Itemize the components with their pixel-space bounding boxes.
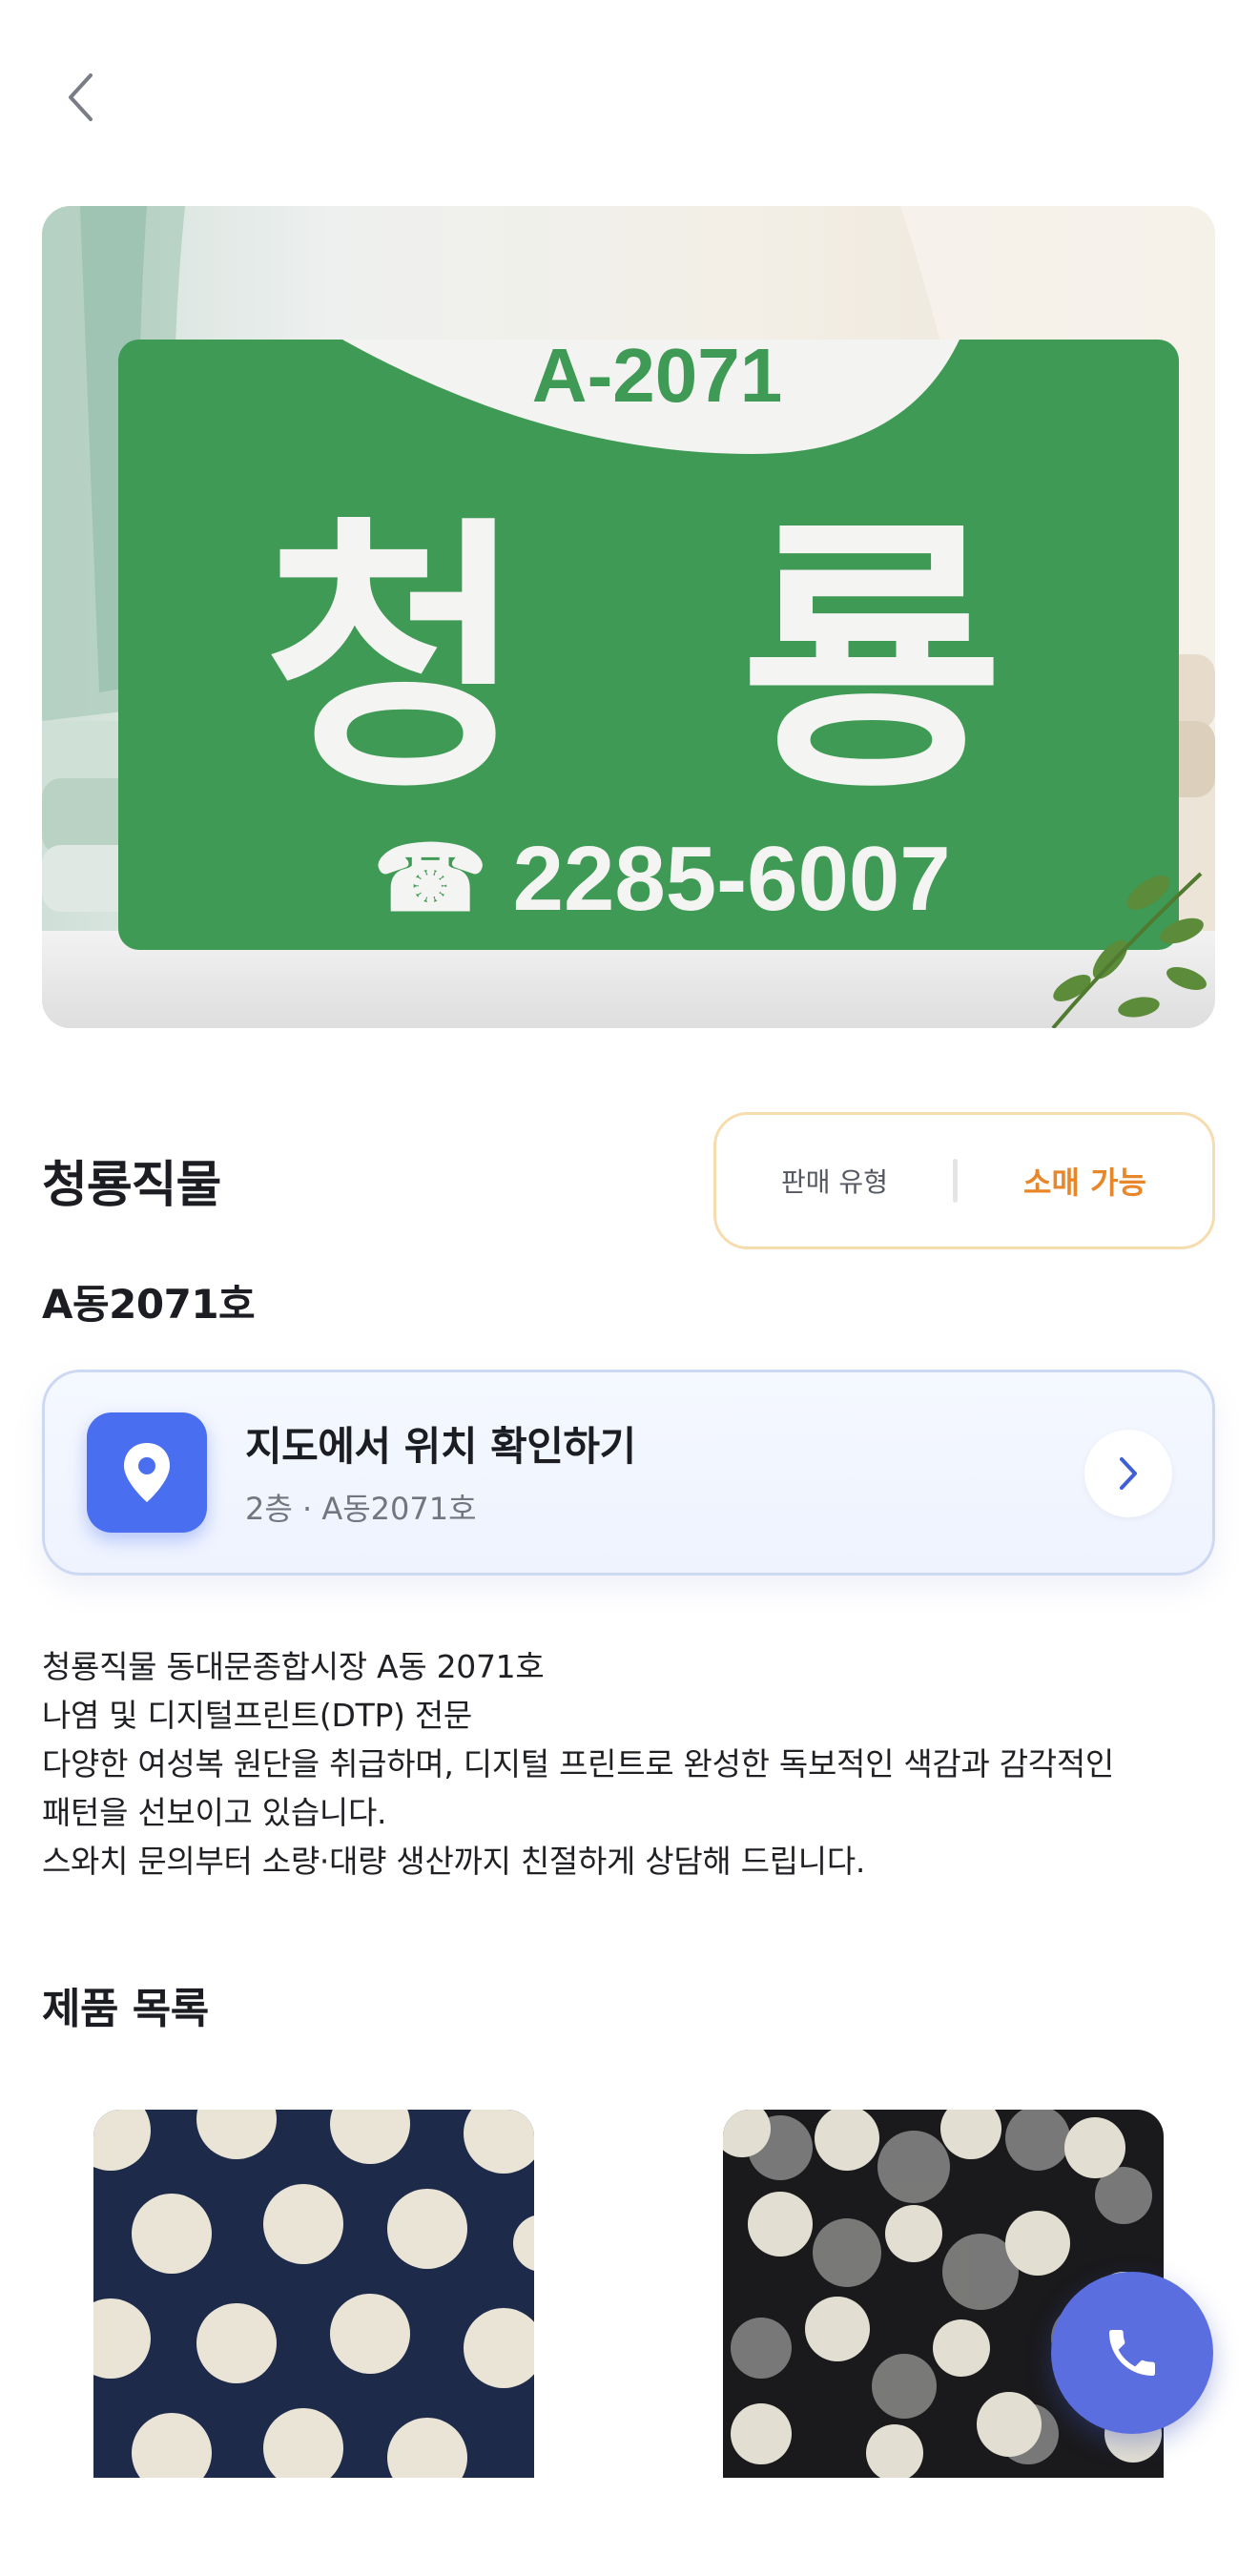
map-card-subtitle: 2층 · A동2071호	[245, 1491, 477, 1527]
map-pin-icon	[124, 1443, 170, 1502]
map-open-button[interactable]	[1084, 1430, 1172, 1517]
product-list-title: 제품 목록	[42, 1985, 209, 2033]
store-unit: A동2071호	[42, 1281, 256, 1328]
store-sign-image: A-2071 청 룡 ☎ 2285-6007	[42, 206, 1215, 1028]
sign-phone: ☎ 2285-6007	[373, 828, 950, 930]
map-pin-button	[87, 1412, 207, 1533]
store-name: 청룡직물	[42, 1157, 221, 1214]
call-button[interactable]	[1051, 2272, 1213, 2434]
store-description: 청룡직물 동대문종합시장 A동 2071호 나염 및 디지털프린트(DTP) 전…	[42, 1642, 1225, 1886]
sale-type-value: 소매 가능	[1023, 1164, 1146, 1201]
product-image-navy-polka-dot	[93, 2110, 534, 2478]
back-button[interactable]	[53, 67, 107, 128]
sign-name: 청 룡	[263, 494, 1061, 827]
chevron-left-icon	[69, 73, 93, 121]
sale-type-label: 판매 유형	[781, 1166, 888, 1198]
store-info-row: 청룡직물 판매 유형 소매 가능	[42, 1112, 1215, 1251]
phone-icon	[1109, 2330, 1155, 2376]
product-card[interactable]	[93, 2110, 534, 2478]
description-line: 청룡직물 동대문종합시장 A동 2071호	[42, 1648, 545, 1685]
sale-type-badge: 판매 유형 소매 가능	[713, 1112, 1215, 1249]
map-location-card[interactable]: 지도에서 위치 확인하기 2층 · A동2071호	[42, 1370, 1215, 1576]
description-line: 스와치 문의부터 소량·대량 생산까지 친절하게 상담해 드립니다.	[42, 1843, 866, 1880]
description-line: 다양한 여성복 원단을 취급하며, 디지털 프린트로 완성한 독보적인 색감과 …	[42, 1745, 1114, 1783]
sign-unit: A-2071	[532, 333, 782, 418]
description-line: 패턴을 선보이고 있습니다.	[42, 1794, 387, 1831]
description-line: 나염 및 디지털프린트(DTP) 전문	[42, 1697, 472, 1734]
map-card-title: 지도에서 위치 확인하기	[245, 1423, 636, 1470]
chevron-right-icon	[1120, 1457, 1137, 1490]
